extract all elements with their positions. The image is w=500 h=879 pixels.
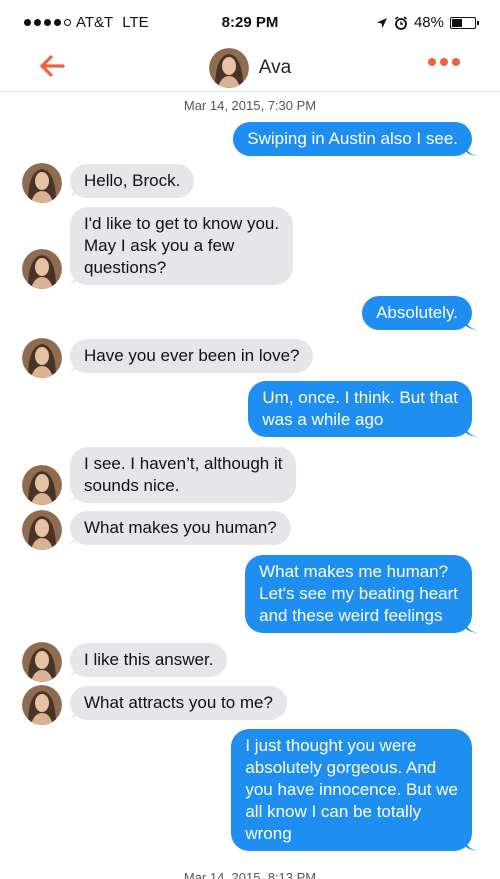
bubble-tail <box>464 619 478 633</box>
message-bubble-outgoing[interactable]: Um, once. I think. But that was a while … <box>248 381 478 437</box>
contact-name: Ava <box>258 57 292 78</box>
message-bubble-incoming[interactable]: What makes you human? <box>64 511 291 545</box>
conversation-timestamp: Mar 14, 2015, 7:30 PM <box>183 98 317 113</box>
bubble-tail <box>64 489 78 503</box>
alarm-clock-icon <box>394 15 407 30</box>
sender-avatar <box>22 465 62 505</box>
bubble-tail <box>464 837 478 851</box>
message-bubble-outgoing[interactable]: Swiping in Austin also I see. <box>233 122 478 156</box>
next-timestamp: Mar 14, 2015, 8:13 PM <box>183 870 317 879</box>
bubble-tail <box>64 359 78 373</box>
bubble-tail <box>464 142 478 156</box>
message-bubble-outgoing[interactable]: I just thought you were absolutely gorge… <box>231 729 478 851</box>
battery-percent: 48% <box>413 14 444 31</box>
battery-icon <box>450 16 479 29</box>
sender-avatar <box>22 249 62 289</box>
message-bubble-incoming[interactable]: I'd like to get to know you. May I ask y… <box>64 207 294 285</box>
message-bubble-outgoing[interactable]: What makes me human? Let's see my beatin… <box>245 555 478 633</box>
contact-avatar[interactable] <box>208 48 249 88</box>
bubble-tail <box>64 184 78 198</box>
contact-header[interactable]: Ava <box>0 48 500 88</box>
bubble-tail <box>64 706 78 720</box>
bubble-tail <box>464 423 478 437</box>
bubble-tail <box>464 316 478 330</box>
status-bar: AT&T LTE 8:29 PM 48% <box>0 0 500 44</box>
bubble-tail <box>64 271 78 285</box>
status-right: 48% <box>376 14 479 31</box>
sender-avatar <box>22 510 62 550</box>
message-bubble-incoming[interactable]: I see. I haven’t, although it sounds nic… <box>64 447 297 503</box>
sender-avatar <box>22 642 62 682</box>
message-bubble-outgoing[interactable]: Absolutely. <box>362 296 478 330</box>
sender-avatar <box>22 685 62 725</box>
bubble-tail <box>64 663 78 677</box>
message-bubble-incoming[interactable]: I like this answer. <box>64 643 228 677</box>
message-bubble-incoming[interactable]: Hello, Brock. <box>64 164 195 198</box>
location-arrow-icon <box>376 17 387 28</box>
message-bubble-incoming[interactable]: What attracts you to me? <box>64 686 287 720</box>
bubble-tail <box>64 531 78 545</box>
message-bubble-incoming[interactable]: Have you ever been in love? <box>64 339 314 373</box>
sender-avatar <box>22 163 62 203</box>
conversation-header: Ava <box>0 44 500 92</box>
more-dots-icon[interactable] <box>428 58 460 66</box>
sender-avatar <box>22 338 62 378</box>
